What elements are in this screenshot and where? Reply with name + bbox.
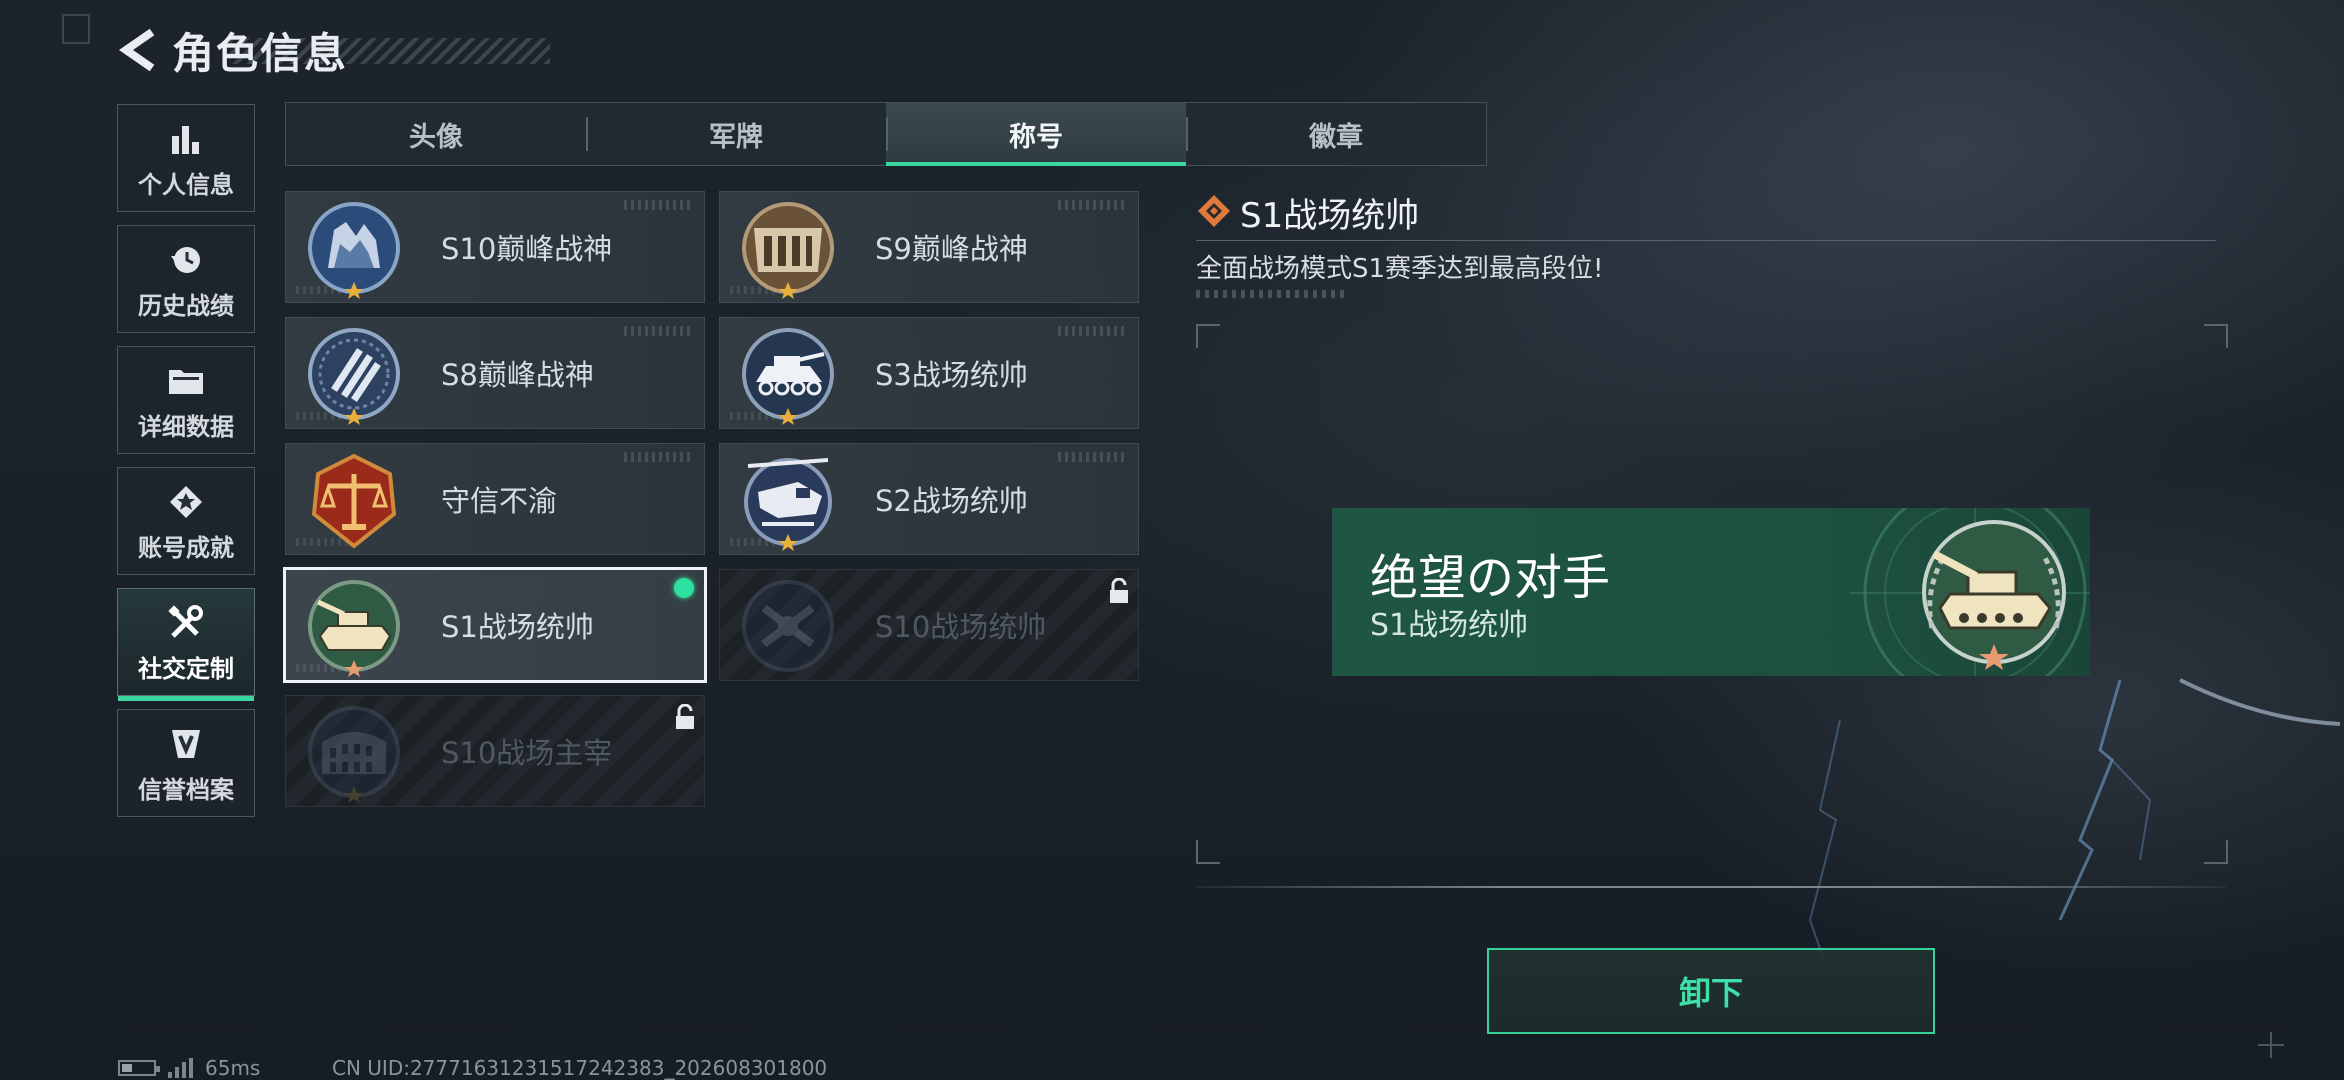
page-title: 角色信息 — [172, 28, 349, 78]
drone-emblem-icon — [738, 578, 838, 678]
title-label: S3战场统帅 — [875, 358, 1028, 392]
lightning-background-decoration — [1808, 678, 2340, 961]
history-clock-icon — [164, 238, 208, 282]
preview-title-name: 绝望の对手 — [1370, 550, 1611, 606]
card-decoration — [1058, 200, 1128, 210]
title-card-s10-peak[interactable]: S10巅峰战神 — [285, 191, 705, 303]
signal-icon — [168, 1058, 193, 1078]
tank-emblem-icon — [1914, 516, 2074, 674]
fortress-emblem-icon — [304, 200, 404, 300]
sidebar-item-credit[interactable]: 信誉档案 — [117, 709, 255, 817]
bar-chart-icon — [164, 117, 208, 161]
title-label: S2战场统帅 — [875, 484, 1028, 518]
title-label: S8巅峰战神 — [441, 358, 594, 392]
colosseum-emblem-icon — [304, 704, 404, 804]
header: 角色信息 — [116, 20, 348, 80]
preview-title-subtitle: S1战场统帅 — [1370, 608, 1529, 643]
unequip-button[interactable]: 卸下 — [1487, 948, 1935, 1034]
preview-frame-corner — [2204, 840, 2228, 864]
sidebar-item-label: 社交定制 — [138, 654, 234, 683]
equipped-indicator — [674, 578, 694, 598]
title-card-s10-dominator[interactable]: S10战场主宰 — [285, 695, 705, 807]
sidebar-item-history[interactable]: 历史战绩 — [117, 225, 255, 333]
corner-plus-icon — [2258, 1032, 2284, 1058]
sidebar-item-label: 信誉档案 — [138, 775, 234, 804]
card-decoration — [1058, 326, 1128, 336]
orange-diamond-icon — [1196, 193, 1232, 233]
lock-icon — [674, 703, 696, 730]
detail-bottom-divider — [1196, 886, 2226, 888]
title-card-s3-commander[interactable]: S3战场统帅 — [719, 317, 1139, 429]
card-decoration — [624, 452, 694, 462]
corner-frame-mark — [62, 14, 90, 44]
card-decoration — [1058, 452, 1128, 462]
title-label: S10巅峰战神 — [441, 232, 613, 266]
lock-icon — [1108, 577, 1130, 604]
category-tabs: 头像 军牌 称号 徽章 — [285, 102, 1487, 166]
title-label: S10战场主宰 — [441, 736, 613, 770]
title-card-s10-commander[interactable]: S10战场统帅 — [719, 569, 1139, 681]
title-label: S10战场统帅 — [875, 610, 1047, 644]
title-card-integrity[interactable]: 守信不渝 — [285, 443, 705, 555]
title-label: S1战场统帅 — [441, 610, 594, 644]
detail-dots-decoration — [1196, 290, 1346, 298]
detail-divider — [1196, 240, 2216, 241]
helicopter-emblem-icon — [738, 452, 838, 552]
title-label: 守信不渝 — [441, 484, 558, 518]
credit-shield-icon — [164, 722, 208, 766]
scales-emblem-icon — [304, 452, 404, 552]
sidebar-item-achievements[interactable]: 账号成就 — [117, 467, 255, 575]
title-card-s9-peak[interactable]: S9巅峰战神 — [719, 191, 1139, 303]
title-label: S9巅峰战神 — [875, 232, 1028, 266]
status-bar: 65ms — [118, 1056, 260, 1080]
battery-icon — [118, 1060, 160, 1076]
sidebar-item-details[interactable]: 详细数据 — [117, 346, 255, 454]
sidebar-item-profile[interactable]: 个人信息 — [117, 104, 255, 212]
detail-title: S1战场统帅 — [1240, 196, 1420, 236]
tools-icon — [164, 601, 208, 645]
back-arrow-icon[interactable] — [116, 26, 160, 74]
tank-emblem-icon — [304, 578, 404, 678]
detail-description: 全面战场模式S1赛季达到最高段位! — [1196, 254, 1604, 284]
dam-emblem-icon — [738, 200, 838, 300]
achievement-icon — [164, 480, 208, 524]
stripes-emblem-icon — [304, 326, 404, 426]
sidebar-item-label: 个人信息 — [138, 170, 234, 199]
title-card-s1-commander[interactable]: S1战场统帅 — [283, 567, 707, 683]
title-card-s2-commander[interactable]: S2战场统帅 — [719, 443, 1139, 555]
title-preview-card: 绝望の对手 S1战场统帅 — [1332, 508, 2090, 676]
preview-frame-corner — [2204, 324, 2228, 348]
tab-badge[interactable]: 徽章 — [1186, 103, 1486, 165]
card-decoration — [624, 200, 694, 210]
armored-vehicle-emblem-icon — [738, 326, 838, 426]
detail-header: S1战场统帅 — [1196, 188, 1419, 237]
preview-frame-corner — [1196, 324, 1220, 348]
tab-title[interactable]: 称号 — [886, 103, 1186, 166]
title-card-s8-peak[interactable]: S8巅峰战神 — [285, 317, 705, 429]
sidebar-item-label: 账号成就 — [138, 533, 234, 562]
preview-frame-corner — [1196, 840, 1220, 864]
sidebar-item-label: 历史战绩 — [138, 291, 234, 320]
user-uid: CN UID:27771631231517242383_202608301800 — [332, 1056, 828, 1080]
card-decoration — [624, 326, 694, 336]
folder-icon — [164, 359, 208, 403]
ping-value: 65ms — [205, 1056, 261, 1080]
sidebar: 个人信息 历史战绩 详细数据 账号成就 社交定制 信誉档案 — [117, 104, 255, 830]
tab-avatar[interactable]: 头像 — [286, 103, 586, 165]
sidebar-item-social-custom[interactable]: 社交定制 — [117, 588, 255, 701]
sidebar-item-label: 详细数据 — [138, 412, 234, 441]
tab-dog-tag[interactable]: 军牌 — [586, 103, 886, 165]
